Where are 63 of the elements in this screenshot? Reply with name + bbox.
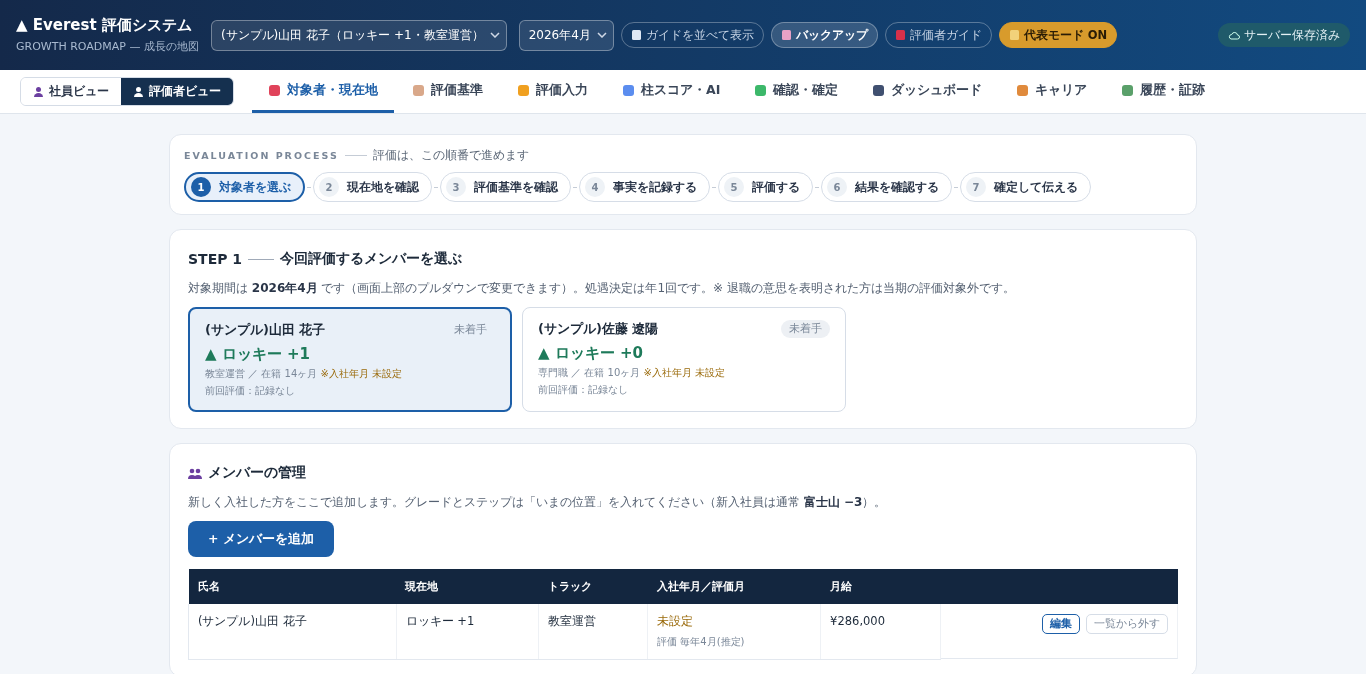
member-card[interactable]: (サンプル)佐藤 遼陽 未着手 ▲ ロッキー +0 専門職 ／ 在籍 10ヶ月 ※入社年月 未設定 前回評価：記録なし (522, 307, 846, 412)
member-card[interactable]: (サンプル)山田 花子 未着手 ▲ ロッキー +1 教室運営 ／ 在籍 14ヶ月 ※入社年月 未設定 前回評価：記録なし (188, 307, 512, 412)
level-text: ▲ ロッキー +1 (205, 345, 311, 364)
chevron-icon (596, 32, 607, 38)
column-header: トラック (538, 569, 648, 604)
column-header: 現在地 (396, 569, 539, 604)
nav-tab[interactable]: 評価基準 (396, 70, 499, 113)
process-step[interactable]: 6 結果を確認する (821, 172, 952, 202)
people-icon (188, 467, 202, 479)
step-label: STEP 1 (188, 251, 243, 267)
previous-evaluation: 前回評価：記録なし (205, 384, 296, 398)
nav-tab[interactable]: 履歴・証跡 (1105, 70, 1222, 113)
nav-tab[interactable]: 柱スコア・AI (606, 70, 737, 113)
process-step[interactable]: 4 事実を記録する (579, 172, 710, 202)
cloud-icon (1228, 30, 1240, 40)
nav-tab[interactable]: 確認・確定 (738, 70, 855, 113)
period-dropdown[interactable]: 2026年4月 (518, 19, 614, 51)
evaluation-month-text: 評価 毎年4月(推定) (657, 635, 746, 649)
nav-tab[interactable]: ダッシュボード (856, 70, 999, 113)
process-step[interactable]: 2 現在地を確認 (313, 172, 432, 202)
save-status-badge: サーバー保存済み (1218, 23, 1350, 47)
process-step[interactable]: 7 確定して伝える (960, 172, 1091, 202)
join-date-text: 未設定 (657, 614, 695, 629)
nav-tab[interactable]: 対象者・現在地 (252, 70, 394, 113)
process-step[interactable]: 5 評価する (718, 172, 813, 202)
description-text: 対象期間は 2026年4月 です（画面上部のプルダウンで変更できます）。処遇決定は年1回です。※ 退職の意思を表明された方は当期の評価対象外です。 (188, 280, 1016, 297)
app-subtitle: GROWTH ROADMAP — 成長の地図 (16, 39, 199, 54)
process-step[interactable]: 3 評価基準を確認 (440, 172, 571, 202)
header-button[interactable]: 代表モード ON (998, 22, 1118, 48)
previous-evaluation: 前回評価：記録なし (538, 383, 629, 397)
nav-tab[interactable]: キャリア (1000, 70, 1104, 113)
warning-text: ※入社年月 未設定 (320, 368, 402, 379)
section-title: 今回評価するメンバーを選ぶ (280, 250, 463, 268)
member-dropdown[interactable]: (サンプル)山田 花子（ロッキー +1・教室運営） (210, 19, 507, 51)
view-toggle-option[interactable]: 評価者ビュー (121, 78, 233, 105)
member-meta: 専門職 ／ 在籍 10ヶ月 (538, 367, 641, 378)
column-header: 月給 (820, 569, 941, 604)
chevron-icon (489, 32, 500, 38)
member-meta: 教室運営 ／ 在籍 14ヶ月 (205, 368, 318, 379)
person-icon (33, 86, 44, 97)
app-title: ▲ Everest 評価システム (16, 16, 193, 35)
status-label: 未着手 (781, 320, 830, 338)
remove-button[interactable]: 一覧から外す (1085, 614, 1168, 634)
process-title: EVALUATION PROCESS (184, 150, 339, 161)
table-cell: ¥286,000 (830, 614, 885, 628)
level-text: ▲ ロッキー +0 (538, 344, 644, 363)
column-header: 入社年月／評価月 (647, 569, 821, 604)
table-cell: (サンプル)山田 花子 (198, 614, 307, 628)
status-label: 未着手 (453, 322, 488, 337)
table-cell: ロッキー +1 (405, 614, 475, 628)
table-cell: 教室運営 (548, 614, 597, 628)
process-note: 評価は、この順番で進めます (372, 147, 529, 164)
member-name: (サンプル)佐藤 遼陽 (538, 320, 659, 338)
member-name: (サンプル)山田 花子 (205, 321, 326, 339)
add-member-button[interactable]: + メンバーを追加 (188, 521, 334, 557)
warning-text: ※入社年月 未設定 (643, 367, 725, 378)
nav-tab[interactable]: 評価入力 (501, 70, 604, 113)
description-text: 新しく入社した方をここで追加します。グレードとステップは「いまの位置」を入れてください（新入社員は通常 富士山 −3）。 (188, 494, 888, 511)
section-title: メンバーの管理 (208, 464, 306, 482)
process-step[interactable]: 1 対象者を選ぶ (184, 172, 305, 202)
edit-button[interactable]: 編集 (1041, 614, 1080, 634)
column-header: 氏名 (188, 569, 397, 604)
header-button[interactable]: バックアップ (770, 22, 878, 48)
